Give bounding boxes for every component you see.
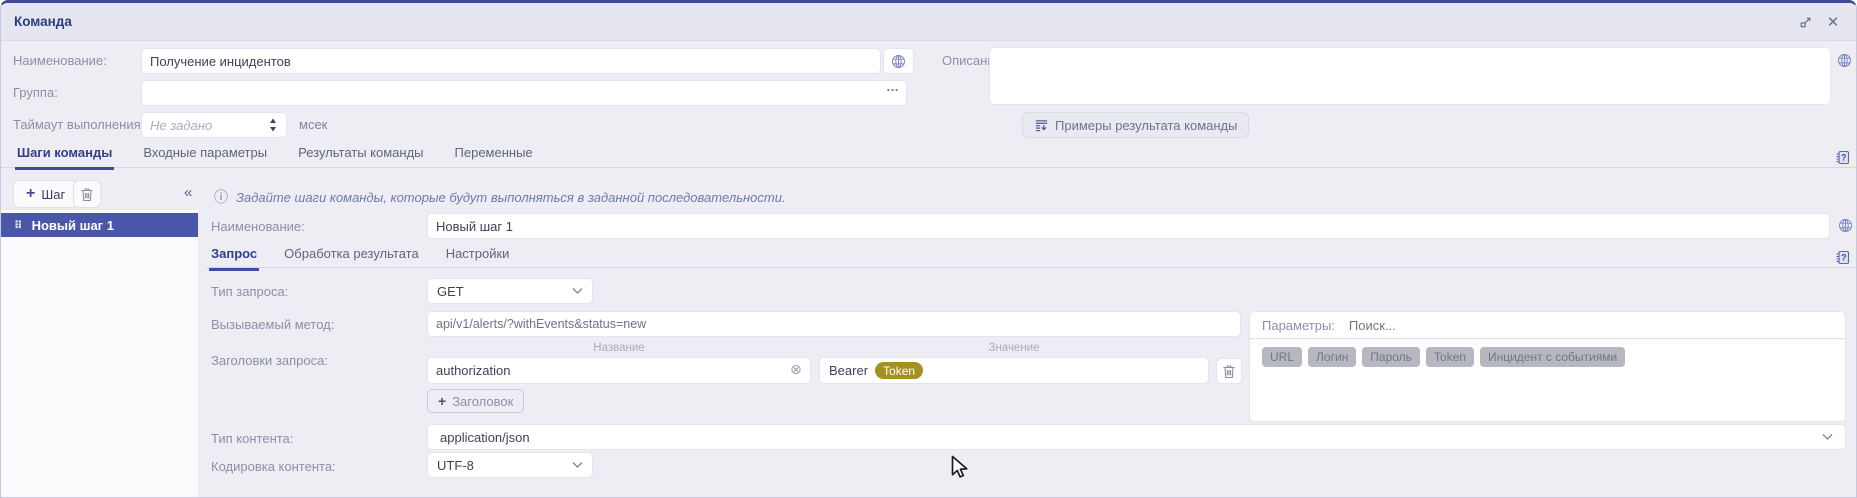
scale-window-icon[interactable] — [1795, 12, 1815, 32]
method-label: Вызываемый метод: — [211, 317, 334, 332]
info-icon: ⓘ — [214, 187, 228, 207]
header-value-prefix: Bearer — [829, 363, 868, 378]
delete-header-button[interactable] — [1216, 358, 1242, 384]
command-dialog: Команда ✕ Наименование: Описание: Группа… — [0, 0, 1857, 498]
parameter-chip-token[interactable]: Token — [1426, 347, 1474, 367]
content-encoding-label: Кодировка контента: — [211, 459, 336, 474]
localize-step-name-icon[interactable] — [1838, 218, 1853, 233]
command-name-label: Наименование: — [13, 53, 107, 68]
method-input[interactable] — [427, 311, 1241, 337]
result-examples-button[interactable]: Примеры результата команды — [1022, 112, 1249, 138]
plus-icon: + — [438, 394, 446, 408]
chevron-down-icon — [572, 461, 583, 469]
content-type-label: Тип контента: — [211, 431, 293, 446]
parameters-search-input[interactable] — [1347, 317, 1833, 334]
parameter-chip-incident[interactable]: Инцидент с событиями — [1480, 347, 1625, 367]
tab-input-parameters[interactable]: Входные параметры — [141, 145, 269, 170]
step-item-label: Новый шаг 1 — [32, 218, 114, 233]
parameter-chip-password[interactable]: Пароль — [1362, 347, 1420, 367]
tab-variables[interactable]: Переменные — [453, 145, 535, 170]
dialog-title: Команда — [14, 14, 72, 29]
mouse-cursor — [949, 455, 971, 479]
request-headers-label: Заголовки запроса: — [211, 353, 328, 368]
parameter-chip-login[interactable]: Логин — [1308, 347, 1356, 367]
content-type-value: application/json — [440, 430, 530, 445]
content-encoding-value: UTF-8 — [437, 458, 474, 473]
localize-name-button[interactable] — [883, 48, 914, 74]
collapse-steps-panel-button[interactable]: « — [184, 184, 192, 201]
clear-field-icon[interactable]: ⊗ — [790, 362, 802, 376]
request-type-select[interactable]: GET — [427, 278, 593, 304]
add-step-button[interactable]: + Шаг — [13, 180, 78, 208]
timeout-unit-label: мсек — [299, 117, 327, 132]
timeout-input[interactable] — [141, 112, 287, 138]
column-header-name: Название — [427, 342, 811, 354]
plus-icon: + — [26, 186, 35, 202]
header-name-input[interactable] — [427, 357, 811, 384]
content-encoding-select[interactable]: UTF-8 — [427, 452, 593, 478]
parameters-label: Параметры: — [1262, 318, 1335, 333]
timeout-label: Таймаут выполнения: — [13, 117, 144, 132]
step-name-input[interactable] — [427, 213, 1830, 239]
step-list-item[interactable]: ⠿ Новый шаг 1 — [1, 213, 198, 237]
request-type-label: Тип запроса: — [211, 284, 288, 299]
close-icon[interactable]: ✕ — [1823, 12, 1843, 32]
tab-settings[interactable]: Настройки — [444, 246, 512, 271]
svg-text:?: ? — [1841, 253, 1847, 263]
column-header-value: Значение — [819, 342, 1209, 354]
step-name-label: Наименование: — [211, 219, 305, 234]
group-label: Группа: — [13, 85, 58, 100]
timeout-spinner[interactable] — [268, 118, 278, 132]
command-name-input[interactable] — [141, 48, 881, 74]
steps-hint-text: Задайте шаги команды, которые будут выпо… — [236, 190, 786, 205]
group-input[interactable] — [141, 80, 907, 106]
steps-list: ⠿ Новый шаг 1 — [1, 210, 198, 497]
description-textarea[interactable] — [989, 47, 1831, 105]
tab-command-results[interactable]: Результаты команды — [296, 145, 425, 170]
localize-description-icon[interactable] — [1837, 53, 1852, 68]
request-type-value: GET — [437, 284, 464, 299]
title-bar: Команда ✕ — [1, 3, 1856, 41]
delete-step-button[interactable] — [73, 180, 101, 208]
header-value-field[interactable]: Bearer Token — [819, 357, 1209, 384]
tab-request[interactable]: Запрос — [209, 246, 259, 271]
svg-text:?: ? — [1841, 153, 1847, 163]
add-header-label: Заголовок — [452, 394, 513, 409]
drag-handle-icon[interactable]: ⠿ — [14, 219, 22, 232]
token-variable-badge[interactable]: Token — [875, 362, 923, 379]
add-header-button[interactable]: + Заголовок — [427, 389, 524, 413]
tab-result-processing[interactable]: Обработка результата — [282, 246, 421, 271]
help-reference-icon[interactable]: ? — [1834, 249, 1851, 266]
tab-command-steps[interactable]: Шаги команды — [15, 145, 114, 170]
chevron-down-icon — [1822, 433, 1833, 441]
chevron-down-icon — [572, 287, 583, 295]
result-examples-label: Примеры результата команды — [1055, 118, 1237, 133]
group-picker-button[interactable]: … — [886, 79, 900, 94]
content-type-select[interactable]: application/json — [427, 424, 1846, 450]
help-reference-icon[interactable]: ? — [1834, 149, 1851, 166]
add-step-label: Шаг — [41, 187, 65, 202]
parameters-panel: Параметры: URL Логин Пароль Token Инциде… — [1249, 311, 1846, 422]
parameter-chip-url[interactable]: URL — [1262, 347, 1302, 367]
